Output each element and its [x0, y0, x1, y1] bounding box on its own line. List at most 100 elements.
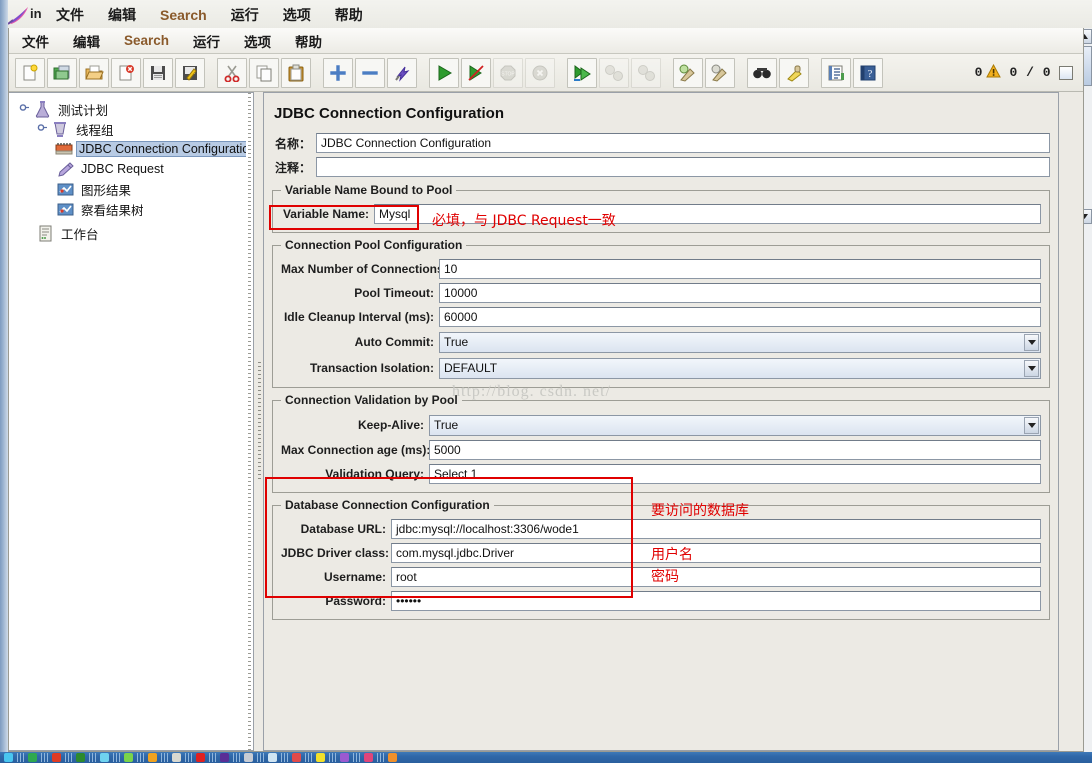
- menu-edit[interactable]: 编辑: [68, 28, 105, 54]
- taskbar-icon[interactable]: [268, 753, 277, 762]
- username-label: Username:: [323, 570, 386, 584]
- copy-icon[interactable]: [249, 57, 279, 88]
- expand-all-icon[interactable]: [323, 57, 353, 88]
- start-no-timers-icon[interactable]: [461, 57, 491, 88]
- warning-indicator[interactable]: 0: [975, 63, 1002, 82]
- split-divider[interactable]: [255, 92, 263, 751]
- chevron-down-icon[interactable]: [1024, 359, 1039, 377]
- background-window-titlebar: in 文件 编辑 Search 运行 选项 帮助: [0, 0, 1092, 30]
- taskbar-separator: [113, 753, 120, 762]
- save-as-icon[interactable]: [175, 57, 205, 88]
- taskbar-icon[interactable]: [4, 753, 13, 762]
- function-helper-icon[interactable]: [821, 57, 851, 88]
- auto-commit-combo[interactable]: True: [439, 331, 1041, 353]
- test-plan-tree[interactable]: 测试计划 线程组 JDBC Connection Configuration J…: [9, 92, 254, 751]
- taskbar-icon[interactable]: [340, 753, 349, 762]
- variable-name-group: Variable Name Bound to Pool Variable Nam…: [272, 183, 1050, 233]
- taskbar-icon[interactable]: [148, 753, 157, 762]
- validation-query-row: Validation Query: Select 1: [281, 463, 1041, 485]
- taskbar-icon[interactable]: [124, 753, 133, 762]
- start-icon[interactable]: [429, 57, 459, 88]
- taskbar-icon[interactable]: [172, 753, 181, 762]
- cut-icon[interactable]: [217, 57, 247, 88]
- chevron-down-icon[interactable]: [1024, 416, 1039, 434]
- taskbar-separator: [257, 753, 264, 762]
- tree-node-thread-group[interactable]: 线程组: [13, 119, 253, 139]
- screen: in 文件 编辑 Search 运行 选项 帮助 文件 编辑 Search 运行…: [0, 0, 1092, 763]
- toggle-icon[interactable]: [387, 57, 417, 88]
- tree-node-test-plan[interactable]: 测试计划: [13, 99, 253, 119]
- validation-query-field[interactable]: Select 1: [429, 464, 1041, 484]
- toolbar-status: 0 0 / 0: [975, 63, 1083, 82]
- toolbar-separator: [737, 58, 747, 88]
- page-title: JDBC Connection Configuration: [274, 105, 504, 122]
- username-field[interactable]: root: [391, 567, 1041, 587]
- menu-help[interactable]: 帮助: [290, 28, 327, 54]
- idle-cleanup-field[interactable]: 60000: [439, 307, 1041, 327]
- new-test-plan-icon[interactable]: [15, 57, 45, 88]
- menu-options[interactable]: 选项: [239, 28, 276, 54]
- name-input[interactable]: JDBC Connection Configuration: [316, 133, 1050, 153]
- taskbar-icon[interactable]: [244, 753, 253, 762]
- tree-node-jdbc-connection-configuration[interactable]: JDBC Connection Configuration: [13, 139, 253, 159]
- windows-taskbar[interactable]: [0, 752, 1092, 763]
- bg-menu-search[interactable]: Search: [156, 5, 211, 25]
- collapse-all-icon[interactable]: [355, 57, 385, 88]
- taskbar-icon[interactable]: [52, 753, 61, 762]
- taskbar-separator: [185, 753, 192, 762]
- taskbar-icon[interactable]: [220, 753, 229, 762]
- tree-node-view-results-tree[interactable]: 察看结果树: [13, 199, 253, 219]
- tree-node-graph-results[interactable]: 图形结果: [13, 179, 253, 199]
- tree-root: 测试计划 线程组 JDBC Connection Configuration J…: [9, 93, 253, 243]
- keep-alive-combo[interactable]: True: [429, 414, 1041, 436]
- clear-all-icon[interactable]: [705, 57, 735, 88]
- search-reset-icon[interactable]: [779, 57, 809, 88]
- chevron-down-icon[interactable]: [1024, 333, 1039, 351]
- help-icon[interactable]: ?: [853, 57, 883, 88]
- bg-menu-options[interactable]: 选项: [279, 3, 315, 27]
- expand-handle-icon[interactable]: [37, 122, 48, 136]
- open-icon[interactable]: [79, 57, 109, 88]
- taskbar-icon[interactable]: [28, 753, 37, 762]
- menu-file[interactable]: 文件: [17, 28, 54, 54]
- remote-shutdown-all-icon: [631, 57, 661, 88]
- max-connection-age-field[interactable]: 5000: [429, 440, 1041, 460]
- tree-node-workbench[interactable]: 工作台: [13, 223, 253, 243]
- taskbar-icon[interactable]: [100, 753, 109, 762]
- comment-input[interactable]: [316, 157, 1050, 177]
- menu-search[interactable]: Search: [119, 30, 174, 51]
- database-url-field[interactable]: jdbc:mysql://localhost:3306/wode1: [391, 519, 1041, 539]
- tree-scrollbar[interactable]: [246, 93, 253, 750]
- paste-icon[interactable]: [281, 57, 311, 88]
- taskbar-separator: [89, 753, 96, 762]
- jmeter-feather-icon: [6, 4, 32, 26]
- transaction-isolation-combo[interactable]: DEFAULT: [439, 357, 1041, 379]
- toolbar-separator: [557, 58, 567, 88]
- templates-icon[interactable]: [47, 57, 77, 88]
- taskbar-icon[interactable]: [196, 753, 205, 762]
- max-connections-field[interactable]: 10: [439, 259, 1041, 279]
- bg-menu-help[interactable]: 帮助: [331, 3, 367, 27]
- bg-menu-file[interactable]: 文件: [52, 3, 88, 27]
- taskbar-separator: [17, 753, 24, 762]
- menu-run[interactable]: 运行: [188, 28, 225, 54]
- bg-menu-edit[interactable]: 编辑: [104, 3, 140, 27]
- clear-icon[interactable]: [673, 57, 703, 88]
- taskbar-icon[interactable]: [292, 753, 301, 762]
- taskbar-icon[interactable]: [316, 753, 325, 762]
- stop-icon: STOP: [493, 57, 523, 88]
- bg-menu-run[interactable]: 运行: [227, 3, 263, 27]
- remote-start-all-icon[interactable]: [567, 57, 597, 88]
- password-field[interactable]: ••••••: [391, 591, 1041, 611]
- toolbar: STOP ? 0 0 / 0: [9, 54, 1083, 92]
- jdbc-driver-class-field[interactable]: com.mysql.jdbc.Driver: [391, 543, 1041, 563]
- save-icon[interactable]: [143, 57, 173, 88]
- taskbar-icon[interactable]: [76, 753, 85, 762]
- search-icon[interactable]: [747, 57, 777, 88]
- taskbar-icon[interactable]: [388, 753, 397, 762]
- close-icon[interactable]: [111, 57, 141, 88]
- pool-timeout-field[interactable]: 10000: [439, 283, 1041, 303]
- expand-handle-icon[interactable]: [19, 102, 30, 116]
- taskbar-icon[interactable]: [364, 753, 373, 762]
- tree-node-jdbc-request[interactable]: JDBC Request: [13, 159, 253, 179]
